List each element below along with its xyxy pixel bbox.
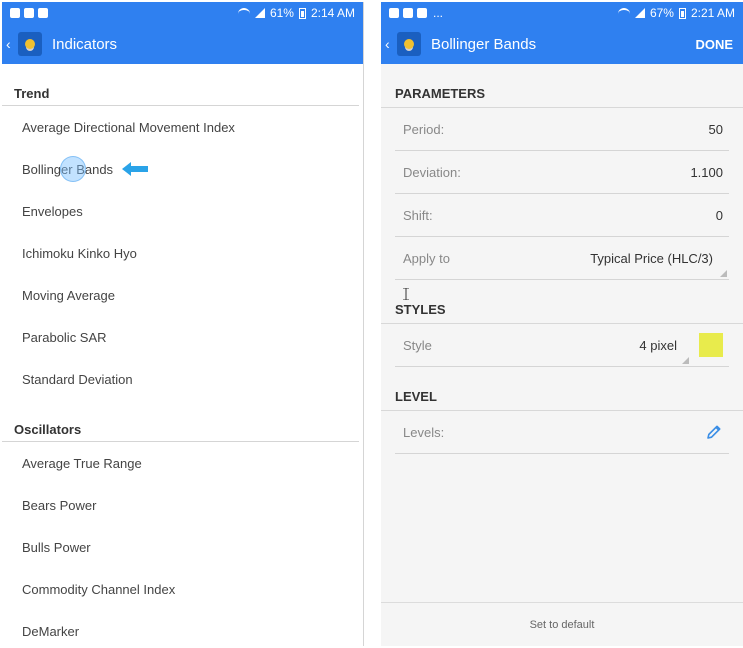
text-cursor-icon	[403, 288, 409, 300]
shift-field[interactable]: Shift: 0	[395, 194, 729, 237]
set-to-default-button[interactable]: Set to default	[381, 602, 743, 646]
style-value: 4 pixel	[639, 337, 677, 353]
list-item-bears-power[interactable]: Bears Power	[2, 484, 363, 526]
wifi-icon	[617, 8, 630, 18]
period-label: Period:	[403, 121, 445, 137]
style-select[interactable]: Style 4 pixel	[403, 324, 691, 366]
list-item-label: Commodity Channel Index	[22, 581, 176, 597]
list-item-adx[interactable]: Average Directional Movement Index	[2, 106, 363, 148]
list-item-label: Moving Average	[22, 287, 115, 303]
period-value: 50	[708, 121, 723, 137]
list-item-ichimoku[interactable]: Ichimoku Kinko Hyo	[2, 232, 363, 274]
sync-icon	[403, 8, 413, 18]
bollinger-bands-settings-screen: ... 67% 2:21 AM ‹ Bollinger Bands DONE P…	[381, 2, 743, 646]
notification-icon	[10, 8, 20, 18]
touch-indicator	[60, 156, 86, 182]
bag-icon	[24, 8, 34, 18]
app-bar: ‹ Indicators	[2, 24, 363, 64]
battery-percent: 61%	[269, 6, 294, 20]
color-swatch[interactable]	[699, 333, 723, 357]
apply-to-label: Apply to	[403, 250, 450, 266]
list-item-label: Average Directional Movement Index	[22, 119, 235, 135]
list-item-cci[interactable]: Commodity Channel Index	[2, 568, 363, 610]
list-item-label: Ichimoku Kinko Hyo	[22, 245, 137, 261]
signal-icon	[254, 8, 265, 18]
page-title: Bollinger Bands	[431, 35, 537, 53]
apply-to-value: Typical Price (HLC/3)	[590, 250, 713, 266]
notification-icons: ...	[389, 6, 443, 20]
deviation-label: Deviation:	[403, 164, 461, 180]
app-bar: ‹ Bollinger Bands DONE	[381, 24, 743, 64]
bag-icon	[417, 8, 427, 18]
signal-icon	[634, 8, 645, 18]
list-item-parabolic-sar[interactable]: Parabolic SAR	[2, 316, 363, 358]
list-item-bulls-power[interactable]: Bulls Power	[2, 526, 363, 568]
sync-icon	[38, 8, 48, 18]
levels-field[interactable]: Levels:	[395, 411, 729, 454]
shift-value: 0	[715, 207, 723, 223]
battery-icon	[298, 7, 306, 19]
period-field[interactable]: Period: 50	[395, 108, 729, 151]
wifi-icon	[237, 8, 250, 18]
list-item-label: Bears Power	[22, 497, 97, 513]
set-to-default-label: Set to default	[529, 618, 595, 631]
status-time: 2:14 AM	[310, 6, 355, 20]
list-item-label: Standard Deviation	[22, 371, 133, 387]
app-logo-icon	[18, 32, 42, 56]
edit-pencil-icon[interactable]	[705, 423, 723, 441]
list-item-label: Parabolic SAR	[22, 329, 107, 345]
battery-percent: 67%	[649, 6, 674, 20]
list-item-label: DeMarker	[22, 623, 80, 639]
list-item-demarker[interactable]: DeMarker	[2, 610, 363, 646]
section-header-trend: Trend	[2, 64, 359, 106]
section-header-oscillators: Oscillators	[2, 400, 359, 442]
list-item-label: Envelopes	[22, 203, 83, 219]
page-title: Indicators	[52, 35, 118, 53]
notification-icon	[389, 8, 399, 18]
style-row: Style 4 pixel	[395, 324, 729, 367]
list-item-label: Average True Range	[22, 455, 142, 471]
back-chevron-icon[interactable]: ‹	[6, 36, 18, 52]
section-header-level: LEVEL	[381, 367, 743, 411]
shift-label: Shift:	[403, 207, 433, 223]
list-item-bollinger-bands[interactable]: Bollinger Bands	[2, 148, 363, 190]
section-header-parameters: PARAMETERS	[381, 64, 743, 108]
status-bar: 61% 2:14 AM	[2, 2, 363, 24]
list-item-standard-deviation[interactable]: Standard Deviation	[2, 358, 363, 400]
deviation-field[interactable]: Deviation: 1.100	[395, 151, 729, 194]
list-item-label: Bulls Power	[22, 539, 91, 555]
list-item-moving-average[interactable]: Moving Average	[2, 274, 363, 316]
style-label: Style	[403, 337, 432, 353]
list-item-envelopes[interactable]: Envelopes	[2, 190, 363, 232]
app-logo-icon	[397, 32, 421, 56]
status-bar: ... 67% 2:21 AM	[381, 2, 743, 24]
apply-to-select[interactable]: Apply to Typical Price (HLC/3)	[395, 237, 729, 280]
back-chevron-icon[interactable]: ‹	[385, 36, 397, 52]
notification-icons	[10, 8, 48, 18]
section-header-styles: STYLES	[381, 280, 743, 324]
more-notifications: ...	[433, 6, 444, 20]
battery-icon	[678, 7, 686, 19]
deviation-value: 1.100	[690, 164, 723, 180]
status-time: 2:21 AM	[690, 6, 735, 20]
list-item-average-true-range[interactable]: Average True Range	[2, 442, 363, 484]
indicators-screen: 61% 2:14 AM ‹ Indicators Trend Average D…	[2, 2, 364, 646]
done-button[interactable]: DONE	[695, 37, 739, 52]
levels-label: Levels:	[403, 424, 445, 440]
pointer-arrow-icon	[122, 162, 148, 176]
